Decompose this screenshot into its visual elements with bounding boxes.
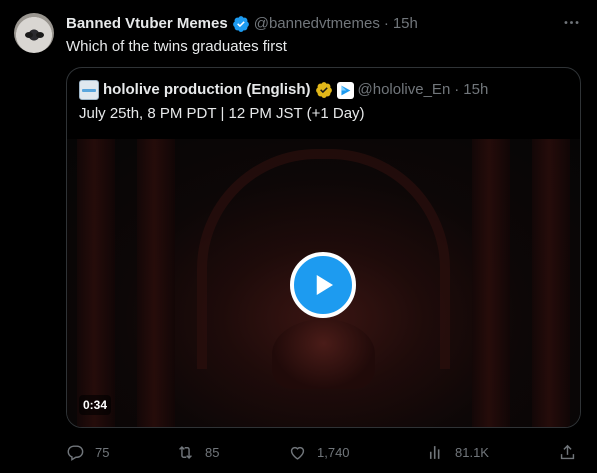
share-button[interactable] bbox=[558, 441, 577, 463]
video-scene-pillar bbox=[77, 139, 115, 427]
tweet[interactable]: Banned Vtuber Memes @bannedvtmemes · 15h… bbox=[0, 0, 597, 473]
quoted-author-handle: @hololive_En bbox=[357, 81, 451, 98]
quoted-author-display-name: hololive production (English) bbox=[103, 81, 311, 98]
author-handle[interactable]: @bannedvtmemes bbox=[254, 14, 380, 34]
reply-icon bbox=[67, 444, 84, 461]
views-icon bbox=[429, 445, 440, 459]
view-count: 81.1K bbox=[455, 444, 489, 460]
repost-button[interactable]: 85 bbox=[176, 441, 219, 463]
tweet-text: Which of the twins graduates first bbox=[66, 38, 287, 55]
gold-verified-badge-icon bbox=[315, 81, 333, 99]
avatar-eye-right bbox=[36, 32, 44, 38]
avatar-eye-left bbox=[25, 32, 33, 38]
reply-button[interactable]: 75 bbox=[66, 441, 109, 463]
video-player[interactable]: 0:34 bbox=[67, 139, 580, 427]
quoted-tweet[interactable]: hololive production (English) @hololive_… bbox=[66, 67, 581, 428]
tweet-header: Banned Vtuber Memes @bannedvtmemes · 15h bbox=[66, 14, 418, 34]
like-button[interactable]: 1,740 bbox=[288, 441, 350, 463]
play-icon bbox=[316, 275, 333, 295]
affiliate-badge-icon bbox=[336, 81, 354, 99]
quoted-separator-dot: · bbox=[454, 81, 460, 98]
quoted-tweet-timestamp: 15h bbox=[463, 81, 489, 98]
video-scene-pillar bbox=[532, 139, 570, 427]
like-count: 1,740 bbox=[317, 444, 350, 460]
repost-icon bbox=[179, 445, 192, 459]
share-icon bbox=[560, 444, 575, 459]
views-button[interactable]: 81.1K bbox=[426, 441, 489, 463]
author-display-name[interactable]: Banned Vtuber Memes bbox=[66, 14, 228, 34]
author-avatar[interactable] bbox=[14, 13, 54, 53]
video-scene-throne bbox=[272, 319, 375, 389]
like-icon bbox=[290, 446, 305, 460]
video-scene-pillar bbox=[137, 139, 175, 427]
reply-count: 75 bbox=[95, 444, 110, 460]
repost-count: 85 bbox=[205, 444, 220, 460]
quoted-author-avatar bbox=[79, 80, 99, 100]
quoted-tweet-header: hololive production (English) @hololive_… bbox=[79, 80, 488, 100]
tweet-actions: 75 85 1,740 81.1K bbox=[66, 441, 581, 463]
verified-badge-icon[interactable] bbox=[232, 15, 250, 33]
more-icon[interactable] bbox=[561, 12, 581, 32]
video-duration: 0:34 bbox=[79, 395, 112, 415]
video-scene-pillar bbox=[472, 139, 510, 427]
play-button[interactable] bbox=[290, 252, 356, 318]
quoted-tweet-text: July 25th, 8 PM PDT | 12 PM JST (+1 Day) bbox=[79, 105, 365, 122]
separator-dot: · bbox=[383, 15, 389, 32]
tweet-timestamp[interactable]: 15h bbox=[393, 14, 418, 34]
